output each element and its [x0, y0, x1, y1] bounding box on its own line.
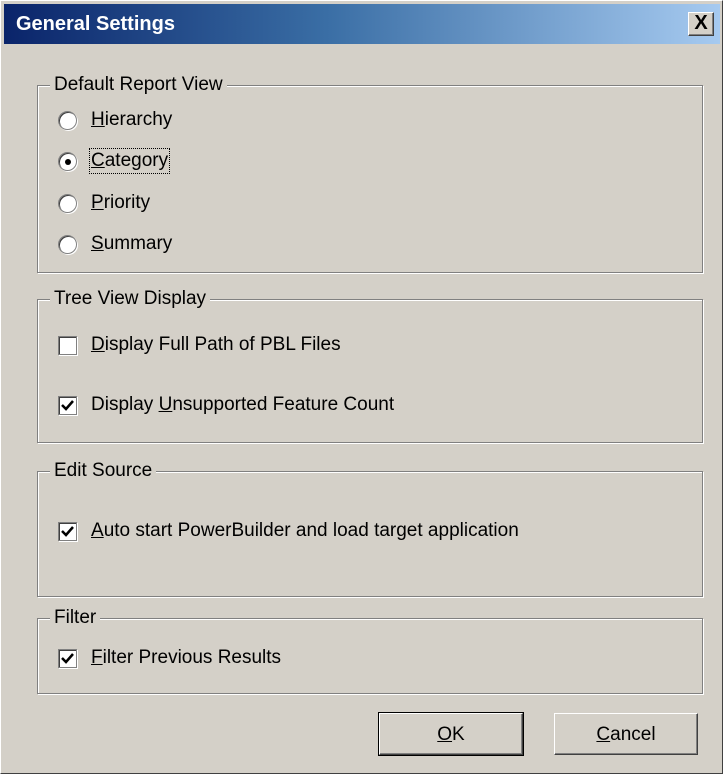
tree-view-display-group: Tree View Display Display Full Path of P…: [37, 287, 703, 443]
checkbox-unsupported-feature-count-label: Display Unsupported Feature Count: [91, 394, 395, 415]
checkbox-auto-start-powerbuilder-label: Auto start PowerBuilder and load target …: [91, 520, 519, 541]
radio-button[interactable]: [58, 193, 77, 213]
ok-button-accel: O: [437, 724, 453, 745]
checkbox-unsupported-feature-count[interactable]: Display Unsupported Feature Count: [58, 391, 394, 419]
checkmark-icon: [61, 525, 74, 537]
radio-dot-icon: [65, 158, 71, 165]
radio-button[interactable]: [58, 110, 77, 130]
radio-category-label: Category: [88, 148, 171, 174]
checkbox[interactable]: [58, 335, 77, 355]
radio-hierarchy[interactable]: Hierarchy: [58, 106, 172, 134]
ok-button[interactable]: OK: [378, 712, 524, 756]
default-report-view-legend: Default Report View: [50, 73, 227, 97]
radio-button[interactable]: [58, 234, 77, 254]
cancel-button[interactable]: Cancel: [554, 713, 698, 755]
checkmark-icon: [61, 652, 74, 664]
edit-source-legend: Edit Source: [50, 459, 157, 483]
radio-priority[interactable]: Priority: [58, 189, 150, 217]
checkbox-full-path-pbl-label: Display Full Path of PBL Files: [91, 334, 341, 355]
checkmark-icon: [61, 399, 74, 411]
checkbox-filter-previous-results-label: Filter Previous Results: [91, 647, 282, 668]
dialog-title: General Settings: [16, 13, 175, 35]
default-report-view-group: Default Report View Hierarchy Category P…: [37, 73, 703, 273]
filter-legend: Filter: [50, 606, 101, 630]
checkbox-checked[interactable]: [58, 521, 77, 541]
ok-button-label: K: [452, 724, 465, 745]
radio-category[interactable]: Category: [58, 147, 171, 175]
checkbox-full-path-pbl[interactable]: Display Full Path of PBL Files: [58, 331, 341, 359]
edit-source-group: Edit Source Auto start PowerBuilder and …: [37, 459, 703, 597]
filter-group: Filter Filter Previous Results: [37, 606, 703, 694]
radio-summary[interactable]: Summary: [58, 230, 172, 258]
tree-view-display-legend: Tree View Display: [50, 287, 211, 311]
close-icon: X: [694, 12, 708, 34]
radio-priority-label: Priority: [91, 192, 151, 213]
checkbox-filter-previous-results[interactable]: Filter Previous Results: [58, 644, 281, 672]
checkbox-checked[interactable]: [58, 648, 77, 668]
checkbox-auto-start-powerbuilder[interactable]: Auto start PowerBuilder and load target …: [58, 517, 519, 545]
radio-summary-label: Summary: [91, 233, 173, 254]
general-settings-dialog: General Settings X Default Report View H…: [0, 0, 723, 774]
title-bar[interactable]: General Settings X: [4, 4, 720, 44]
checkbox-checked[interactable]: [58, 395, 77, 415]
cancel-button-label: ancel: [610, 724, 656, 745]
radio-hierarchy-label: Hierarchy: [91, 109, 173, 130]
close-button[interactable]: X: [688, 12, 714, 36]
cancel-button-accel: C: [596, 724, 611, 745]
radio-button-selected[interactable]: [58, 151, 77, 171]
